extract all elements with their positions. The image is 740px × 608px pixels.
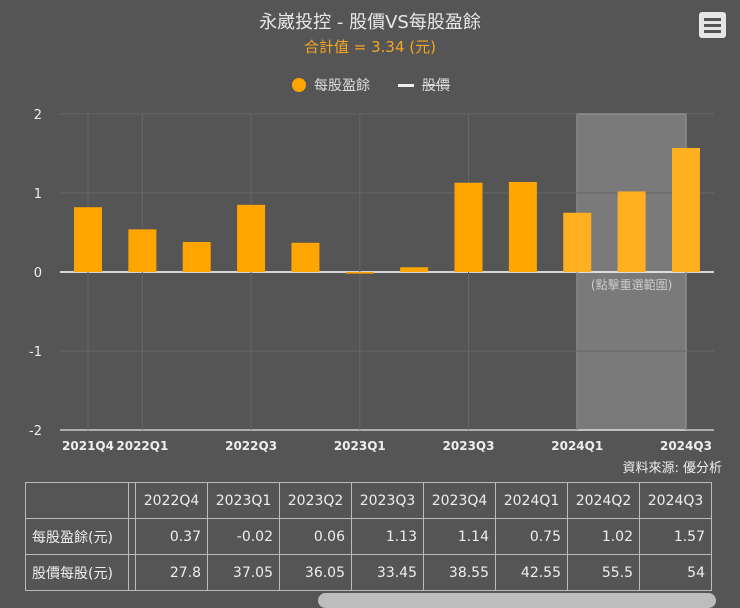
column-header: 2024Q2 <box>567 482 640 519</box>
eps-bar <box>182 241 211 272</box>
table-cell: 1.02 <box>567 518 640 555</box>
table-cell: 1.57 <box>639 518 712 555</box>
table-header-row: 2022Q4 2023Q1 2023Q2 2023Q3 2023Q4 2024Q1 2024… <box>25 482 712 519</box>
row-label: 股價每股(元) <box>25 554 129 591</box>
x-tick-label: 2021Q4 <box>62 439 114 453</box>
table-row: 股價每股(元) 27.8 37.05 36.05 33.45 38.55 42.55 55.5… <box>25 554 712 591</box>
x-tick-label: 2022Q3 <box>225 439 277 453</box>
table-cell: 42.55 <box>495 554 568 591</box>
x-tick-label: 2022Q1 <box>116 439 168 453</box>
eps-bar <box>345 272 374 274</box>
column-header: 2023Q1 <box>207 482 280 519</box>
table-cell: 0.06 <box>279 518 352 555</box>
data-source: 資料來源: 優分析 <box>622 461 722 476</box>
eps-bar <box>454 182 483 272</box>
eps-bar <box>400 267 429 272</box>
table-cell: 0.75 <box>495 518 568 555</box>
y-tick-label: 2 <box>34 108 42 123</box>
table-cell: 0.37 <box>135 518 208 555</box>
column-header: 2023Q4 <box>423 482 496 519</box>
column-header: 2024Q3 <box>639 482 712 519</box>
eps-bar <box>74 207 102 272</box>
eps-bar <box>671 147 700 272</box>
table-gap <box>128 482 136 519</box>
eps-bar <box>291 242 320 272</box>
column-header: 2023Q2 <box>279 482 352 519</box>
table-cell: -0.02 <box>207 518 280 555</box>
y-tick-label: 0 <box>34 266 42 281</box>
y-tick-label: -1 <box>29 345 42 360</box>
table-cell: 55.5 <box>567 554 640 591</box>
table-cell: 27.8 <box>135 554 208 591</box>
eps-bar <box>128 229 157 272</box>
column-header: 2024Q1 <box>495 482 568 519</box>
data-table: 2022Q4 2023Q1 2023Q2 2023Q3 2023Q4 2024Q1 2024… <box>25 482 712 591</box>
column-header: 2022Q4 <box>135 482 208 519</box>
selection-hint: (點擊重選範圍) <box>591 277 672 292</box>
x-tick-label: 2023Q1 <box>334 439 386 453</box>
table-cell: 54 <box>639 554 712 591</box>
x-tick-label: 2024Q1 <box>551 439 603 453</box>
table-cell: 36.05 <box>279 554 352 591</box>
row-label: 每股盈餘(元) <box>25 518 129 555</box>
eps-bar <box>237 204 266 272</box>
x-tick-label: 2023Q3 <box>443 439 495 453</box>
table-cell: 33.45 <box>351 554 424 591</box>
column-header: 2023Q3 <box>351 482 424 519</box>
horizontal-scrollbar[interactable] <box>318 593 716 608</box>
eps-bar <box>563 212 592 272</box>
table-row: 每股盈餘(元) 0.37 -0.02 0.06 1.13 1.14 0.75 1.02 1.57 <box>25 518 712 555</box>
table-gap <box>128 554 136 591</box>
y-tick-label: -2 <box>29 424 42 439</box>
table-cell: 38.55 <box>423 554 496 591</box>
eps-bar <box>617 191 646 272</box>
y-tick-label: 1 <box>34 187 42 202</box>
eps-bar <box>508 181 537 272</box>
table-cell: 1.13 <box>351 518 424 555</box>
x-tick-label: 2024Q3 <box>660 439 712 453</box>
chart-plot[interactable]: 2 1 0 -1 -2 2021Q4 2022Q1 2022Q3 2023Q1 2023Q3 202… <box>0 0 740 480</box>
table-corner <box>25 482 129 519</box>
table-cell: 1.14 <box>423 518 496 555</box>
table-gap <box>128 518 136 555</box>
table-cell: 37.05 <box>207 554 280 591</box>
